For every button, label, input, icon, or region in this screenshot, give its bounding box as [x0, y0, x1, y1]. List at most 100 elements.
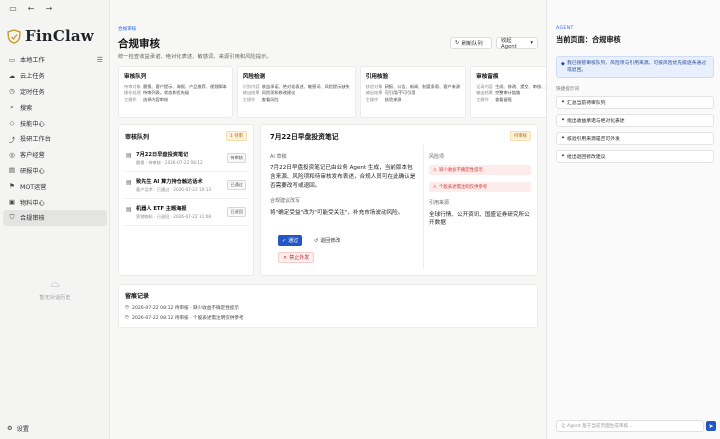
- sidebar-item-label: MOT运营: [20, 183, 47, 191]
- approve-button[interactable]: ✓ 通过: [278, 235, 303, 246]
- back-icon[interactable]: ←: [26, 4, 36, 13]
- collapse-icon[interactable]: ☰: [97, 56, 103, 64]
- send-button[interactable]: ➤: [706, 421, 716, 431]
- draft-text: 7月22日早盘投资笔记已由业务 Agent 生成，当前版本包含来源、风险项和待审…: [270, 165, 416, 189]
- queue-item[interactable]: ▤ 机器人 ETF 主题海报 营销物料 · 已退回 · 2026-07-22 11:…: [124, 201, 248, 226]
- refresh-icon: ↻: [455, 40, 460, 46]
- suggestion-item[interactable]: ✦ 汇总当前待审队列: [556, 96, 714, 109]
- log-row: ◷ 2026-07-22 08:12 待审核 · 缺少收益不确定性提示: [125, 305, 239, 311]
- sidebar-item-shield[interactable]: ⛉ 合规审核: [3, 209, 107, 226]
- settings-label: 设置: [16, 426, 29, 433]
- info-icon: ◆: [561, 61, 565, 67]
- sidebar-item-customer[interactable]: ◎ 客户经营: [3, 147, 107, 163]
- queue-item-status: 已退回: [227, 207, 246, 217]
- sidebar-item-mot[interactable]: ⚑ MOT运营: [3, 178, 107, 194]
- agent-input[interactable]: 让 Agent 基于当前页面生成审核...: [556, 420, 704, 432]
- sidebar-item-label: 物料中心: [20, 199, 45, 207]
- summary-card[interactable]: 风险检测 识别内容 收益承诺、绝对化表述、敏感词、风险提示缺失 输出结果 风险项和修改建…: [236, 66, 356, 118]
- detail-status-badge: 待审核: [509, 131, 531, 141]
- risk-item[interactable]: ⚠ 缺少收益不确定性提示: [429, 165, 531, 175]
- queue-item-status: 已通过: [227, 180, 246, 190]
- clock-icon: ◷: [125, 315, 130, 320]
- risk-item[interactable]: ⚠ 个股表述需注明仅供参考: [429, 182, 531, 192]
- chart-icon: ⤴: [8, 135, 16, 144]
- close-icon: ✕: [283, 254, 288, 261]
- sidebar-item-skill[interactable]: ◇ 技能中心: [3, 115, 107, 131]
- sidebar-item-report[interactable]: ▤ 研报中心: [3, 163, 107, 179]
- review-queue-panel: 审核队列 1 待审 ▤ 7月22日早盘投资笔记 晨报 · 待审核 · 2026-07…: [118, 124, 254, 276]
- sidebar-toggle-icon[interactable]: ▭: [8, 4, 18, 13]
- detail-title: 7月22日早盘投资笔记: [270, 133, 339, 141]
- sidebar-nav: ▭ 本地工作 ☰ ☁ 云上任务 ◷ 定时任务 ⌕ 搜索 ◇ 技能中心 ⤴ 投研工作台 ◎ 客户经营 ▤ 研报中心…: [3, 52, 107, 226]
- sidebar-item-label: 投研工作台: [20, 136, 51, 144]
- source-text: 全球行情、公开资讯、国盛证券研究所公开数据: [429, 212, 530, 226]
- skill-icon: ◇: [9, 119, 15, 128]
- suggestion-item[interactable]: ✦ 给出退回修改建议: [556, 150, 714, 163]
- sparkle-icon: ✦: [561, 118, 566, 123]
- source-label: 引用来源: [429, 200, 450, 206]
- suggestion-item[interactable]: ✦ 核验引用来源是否可外发: [556, 132, 714, 145]
- card-title: 引用核验: [365, 74, 389, 80]
- check-icon: ✓: [282, 237, 287, 244]
- agent-notice: ◆ 我已接管审核队列、风险项与引用来源。可按风险优先级逐条通过或退回。: [556, 56, 714, 78]
- risk-label: 风险项: [429, 154, 445, 160]
- cloud-icon: ☁: [8, 71, 16, 80]
- suggestion-item[interactable]: ✦ 指出收益承诺与绝对化表述: [556, 114, 714, 127]
- sidebar-item-chart[interactable]: ⤴ 投研工作台: [3, 131, 107, 147]
- refresh-queue-button[interactable]: ↻ 刷新队列: [450, 37, 492, 49]
- sidebar-item-search[interactable]: ⌕ 搜索: [3, 99, 107, 115]
- card-row: 主操作 查看风险: [242, 96, 279, 102]
- sparkle-icon: ✦: [561, 154, 566, 159]
- log-title: 留痕记录: [125, 293, 150, 300]
- agent-tag: AGENT: [556, 26, 574, 31]
- folder-icon: ▭: [8, 55, 16, 64]
- settings-button[interactable]: ⚙ 设置: [7, 424, 29, 433]
- sidebar-item-label: 本地工作: [20, 57, 45, 65]
- queue-item[interactable]: ▤ 7月22日早盘投资笔记 晨报 · 待审核 · 2026-07-22 08:12 待…: [124, 147, 248, 172]
- mot-icon: ⚑: [9, 182, 15, 191]
- queue-item[interactable]: ▤ 致先生 AI 算力持仓触达话术 客户话术 · 已通过 · 2026-07-22 …: [124, 174, 248, 199]
- sidebar-item-label: 技能中心: [20, 120, 45, 128]
- shield-icon: ⛉: [9, 213, 15, 222]
- warning-icon: ⚠: [433, 184, 437, 190]
- summary-card[interactable]: 审核队列 待审对象 晨报、客户提示、海报、产品推荐、视频脚本 操作处理 待审列表，状态和…: [118, 66, 233, 118]
- pending-count-badge: 1 待审: [226, 131, 247, 141]
- warning-icon: ⚠: [433, 167, 437, 173]
- sidebar: ▭ ← → FinClaw ▭ 本地工作 ☰ ☁ 云上任务 ◷ 定时任务 ⌕ 搜索 ◇ 技能中心 ⤴ 投…: [0, 0, 110, 439]
- card-title: 审核队列: [124, 74, 147, 80]
- logo: FinClaw: [7, 27, 94, 45]
- collapse-agent-button[interactable]: 收起 Agent ▾: [496, 37, 538, 50]
- breadcrumb[interactable]: 合规审核: [118, 26, 136, 32]
- divider: [423, 145, 424, 269]
- suggest-text: 将"确定受益"改为"可能受关注"，补充市场波动风险。: [270, 210, 404, 216]
- empty-history-text: 暂无对话历史: [39, 295, 71, 301]
- document-icon: ▤: [126, 152, 132, 159]
- sidebar-item-box[interactable]: ▣ 物料中心: [3, 194, 107, 210]
- sparkle-icon: ✦: [561, 136, 566, 141]
- app-window: ▭ ← → FinClaw ▭ 本地工作 ☰ ☁ 云上任务 ◷ 定时任务 ⌕ 搜索 ◇ 技能中心 ⤴ 投…: [0, 0, 720, 439]
- summary-card[interactable]: 引用核验 核验对象 研报、公告、新闻、制度条款、客户来源 输出结果 可引用/不可引用 主操…: [359, 66, 467, 118]
- suggest-label: 合规建议改写: [270, 198, 301, 204]
- sidebar-item-label: 搜索: [20, 104, 33, 112]
- sidebar-item-label: 研报中心: [20, 167, 45, 175]
- block-publish-button[interactable]: ✕ 禁止外发: [278, 252, 315, 263]
- audit-log-panel: 留痕记录 ◷ 2026-07-22 08:12 待审核 · 缺少收益不确定性提示…: [118, 284, 538, 328]
- report-icon: ▤: [8, 166, 16, 175]
- document-icon: ▤: [126, 179, 132, 186]
- draft-label: AI 草稿: [270, 154, 287, 160]
- sidebar-item-folder[interactable]: ▭ 本地工作 ☰: [3, 52, 107, 68]
- return-button[interactable]: ↺ 退回修改: [310, 235, 344, 246]
- card-row: 主操作 选择内容审核: [124, 96, 169, 102]
- send-icon: ➤: [708, 422, 714, 430]
- agent-panel: AGENT 当前页面：合规审核 ◆ 我已接管审核队列、风险项与引用来源。可按风险…: [546, 0, 720, 439]
- logo-shield-icon: [7, 28, 21, 44]
- logo-text: FinClaw: [25, 27, 94, 45]
- forward-icon[interactable]: →: [44, 4, 54, 13]
- undo-icon: ↺: [314, 237, 319, 244]
- sidebar-item-cloud[interactable]: ☁ 云上任务: [3, 68, 107, 84]
- window-controls: ▭ ← →: [8, 4, 54, 13]
- page-title: 合规审核: [118, 38, 160, 50]
- page-subtitle: 统一检查收益承诺、绝对化表述、敏感词、来源引用和风险提示。: [118, 54, 272, 60]
- sidebar-item-clock[interactable]: ◷ 定时任务: [3, 84, 107, 100]
- document-icon: ▤: [126, 206, 132, 213]
